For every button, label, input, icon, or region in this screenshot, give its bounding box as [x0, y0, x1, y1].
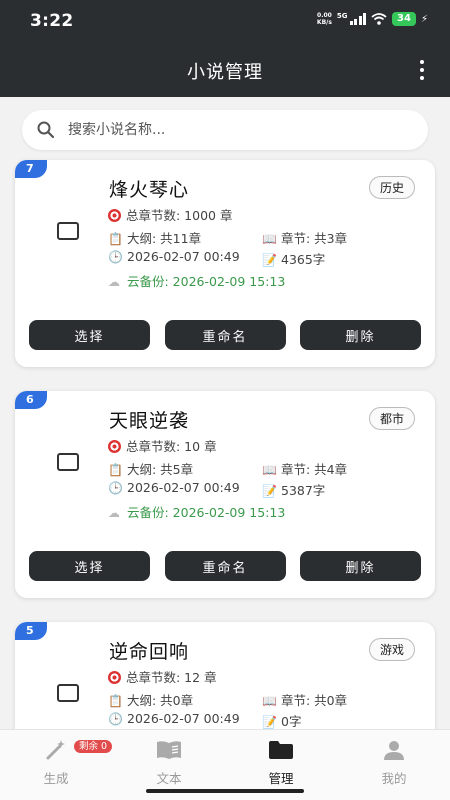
genre-tag: 游戏 — [368, 638, 415, 661]
genre-tag: 都市 — [368, 407, 415, 430]
novel-checkbox[interactable] — [57, 453, 79, 471]
folder-icon — [241, 738, 321, 762]
status-time: 3:22 — [30, 11, 74, 31]
novel-checkbox[interactable] — [57, 222, 79, 240]
memo-icon: 📝 — [262, 253, 277, 267]
title-bar: 小说管理 — [0, 44, 450, 97]
page-title: 小说管理 — [187, 62, 263, 83]
target-icon — [108, 671, 121, 684]
novel-title: 逆命回响 — [109, 641, 190, 663]
nav-label: 生成 — [43, 771, 69, 786]
clipboard-icon: 📋 — [108, 694, 123, 708]
novel-index-badge: 5 — [15, 622, 47, 640]
novel-card: 6 天眼逆袭 都市 总章节数: 10 章 📋 大纲: 共5章 📖 章节: 共4章 🕒… — [15, 391, 435, 598]
card-actions: 选择 重命名 删除 — [29, 551, 421, 581]
word-count-row: 📝 4365字 — [262, 252, 326, 267]
charging-icon: ⚡ — [420, 13, 428, 25]
total-chapters-row: 总章节数: 1000 章 — [108, 205, 232, 224]
nav-item-generate[interactable]: 生成 剩余 0 — [16, 738, 113, 787]
book-icon: 📖 — [262, 694, 277, 708]
search-bar[interactable] — [22, 110, 428, 150]
cloud-icon: ☁ — [108, 275, 120, 289]
nav-label: 文本 — [156, 771, 182, 786]
total-chapters-row: 总章节数: 10 章 — [108, 436, 217, 455]
genre-tag: 历史 — [368, 176, 415, 199]
novel-title: 天眼逆袭 — [109, 410, 190, 432]
word-count-row: 📝 0字 — [262, 714, 302, 729]
select-button[interactable]: 选择 — [29, 320, 150, 350]
user-icon — [354, 738, 434, 762]
created-time-row: 🕒 2026-02-07 00:49 — [108, 249, 240, 264]
search-icon — [37, 121, 55, 139]
cloud-icon: ☁ — [108, 506, 120, 520]
word-count-row: 📝 5387字 — [262, 483, 326, 498]
nav-item-manage[interactable]: 管理 — [241, 738, 321, 787]
total-chapters-row: 总章节数: 12 章 — [108, 667, 217, 686]
clock-icon: 🕒 — [108, 481, 123, 495]
target-icon — [108, 209, 121, 222]
chapters-row: 📖 章节: 共0章 — [262, 693, 348, 708]
rename-button[interactable]: 重命名 — [164, 551, 286, 581]
nav-item-text[interactable]: 文本 — [129, 738, 209, 787]
signal-icon — [349, 13, 367, 25]
memo-icon: 📝 — [262, 484, 277, 498]
novel-index-badge: 7 — [15, 160, 47, 178]
nav-label: 我的 — [381, 771, 407, 786]
novel-title: 烽火琴心 — [109, 179, 190, 201]
nav-label: 管理 — [268, 771, 294, 786]
clipboard-icon: 📋 — [108, 463, 123, 477]
target-icon — [108, 440, 121, 453]
network-speed: 0.00 KB/s — [316, 12, 332, 26]
outline-row: 📋 大纲: 共0章 — [108, 693, 194, 708]
cloud-backup-row: ☁ 云备份: 2026-02-09 15:13 — [108, 274, 286, 289]
remaining-badge: 剩余 0 — [74, 740, 113, 753]
chapters-row: 📖 章节: 共3章 — [262, 231, 348, 246]
card-actions: 选择 重命名 删除 — [29, 320, 421, 350]
home-indicator — [146, 789, 304, 793]
status-indicators: 0.00 KB/s 5G 34 ⚡ — [317, 12, 428, 26]
rename-button[interactable]: 重命名 — [164, 320, 286, 350]
novel-card: 7 烽火琴心 历史 总章节数: 1000 章 📋 大纲: 共11章 📖 章节: 共3… — [15, 160, 435, 367]
more-menu-icon[interactable] — [416, 60, 428, 80]
network-type-label: 5G — [336, 12, 348, 20]
chapters-row: 📖 章节: 共4章 — [262, 462, 348, 477]
delete-button[interactable]: 删除 — [300, 551, 421, 581]
search-input[interactable] — [68, 122, 388, 138]
select-button[interactable]: 选择 — [29, 551, 150, 581]
clock-icon: 🕒 — [108, 712, 123, 726]
nav-item-mine[interactable]: 我的 — [354, 738, 434, 787]
book-icon — [129, 738, 209, 762]
created-time-row: 🕒 2026-02-07 00:49 — [108, 711, 240, 726]
outline-row: 📋 大纲: 共5章 — [108, 462, 194, 477]
battery-icon: 34 — [392, 12, 416, 26]
novel-index-badge: 6 — [15, 391, 47, 409]
book-icon: 📖 — [262, 463, 277, 477]
delete-button[interactable]: 删除 — [300, 320, 421, 350]
status-bar: 3:22 0.00 KB/s 5G 34 ⚡ — [0, 0, 450, 44]
app-header: 3:22 0.00 KB/s 5G 34 ⚡ 小说管理 — [0, 0, 450, 97]
created-time-row: 🕒 2026-02-07 00:49 — [108, 480, 240, 495]
cloud-backup-row: ☁ 云备份: 2026-02-09 15:13 — [108, 505, 286, 520]
memo-icon: 📝 — [262, 715, 277, 729]
wifi-icon — [371, 13, 387, 25]
novel-checkbox[interactable] — [57, 684, 79, 702]
outline-row: 📋 大纲: 共11章 — [108, 231, 202, 246]
book-icon: 📖 — [262, 232, 277, 246]
clipboard-icon: 📋 — [108, 232, 123, 246]
clock-icon: 🕒 — [108, 250, 123, 264]
